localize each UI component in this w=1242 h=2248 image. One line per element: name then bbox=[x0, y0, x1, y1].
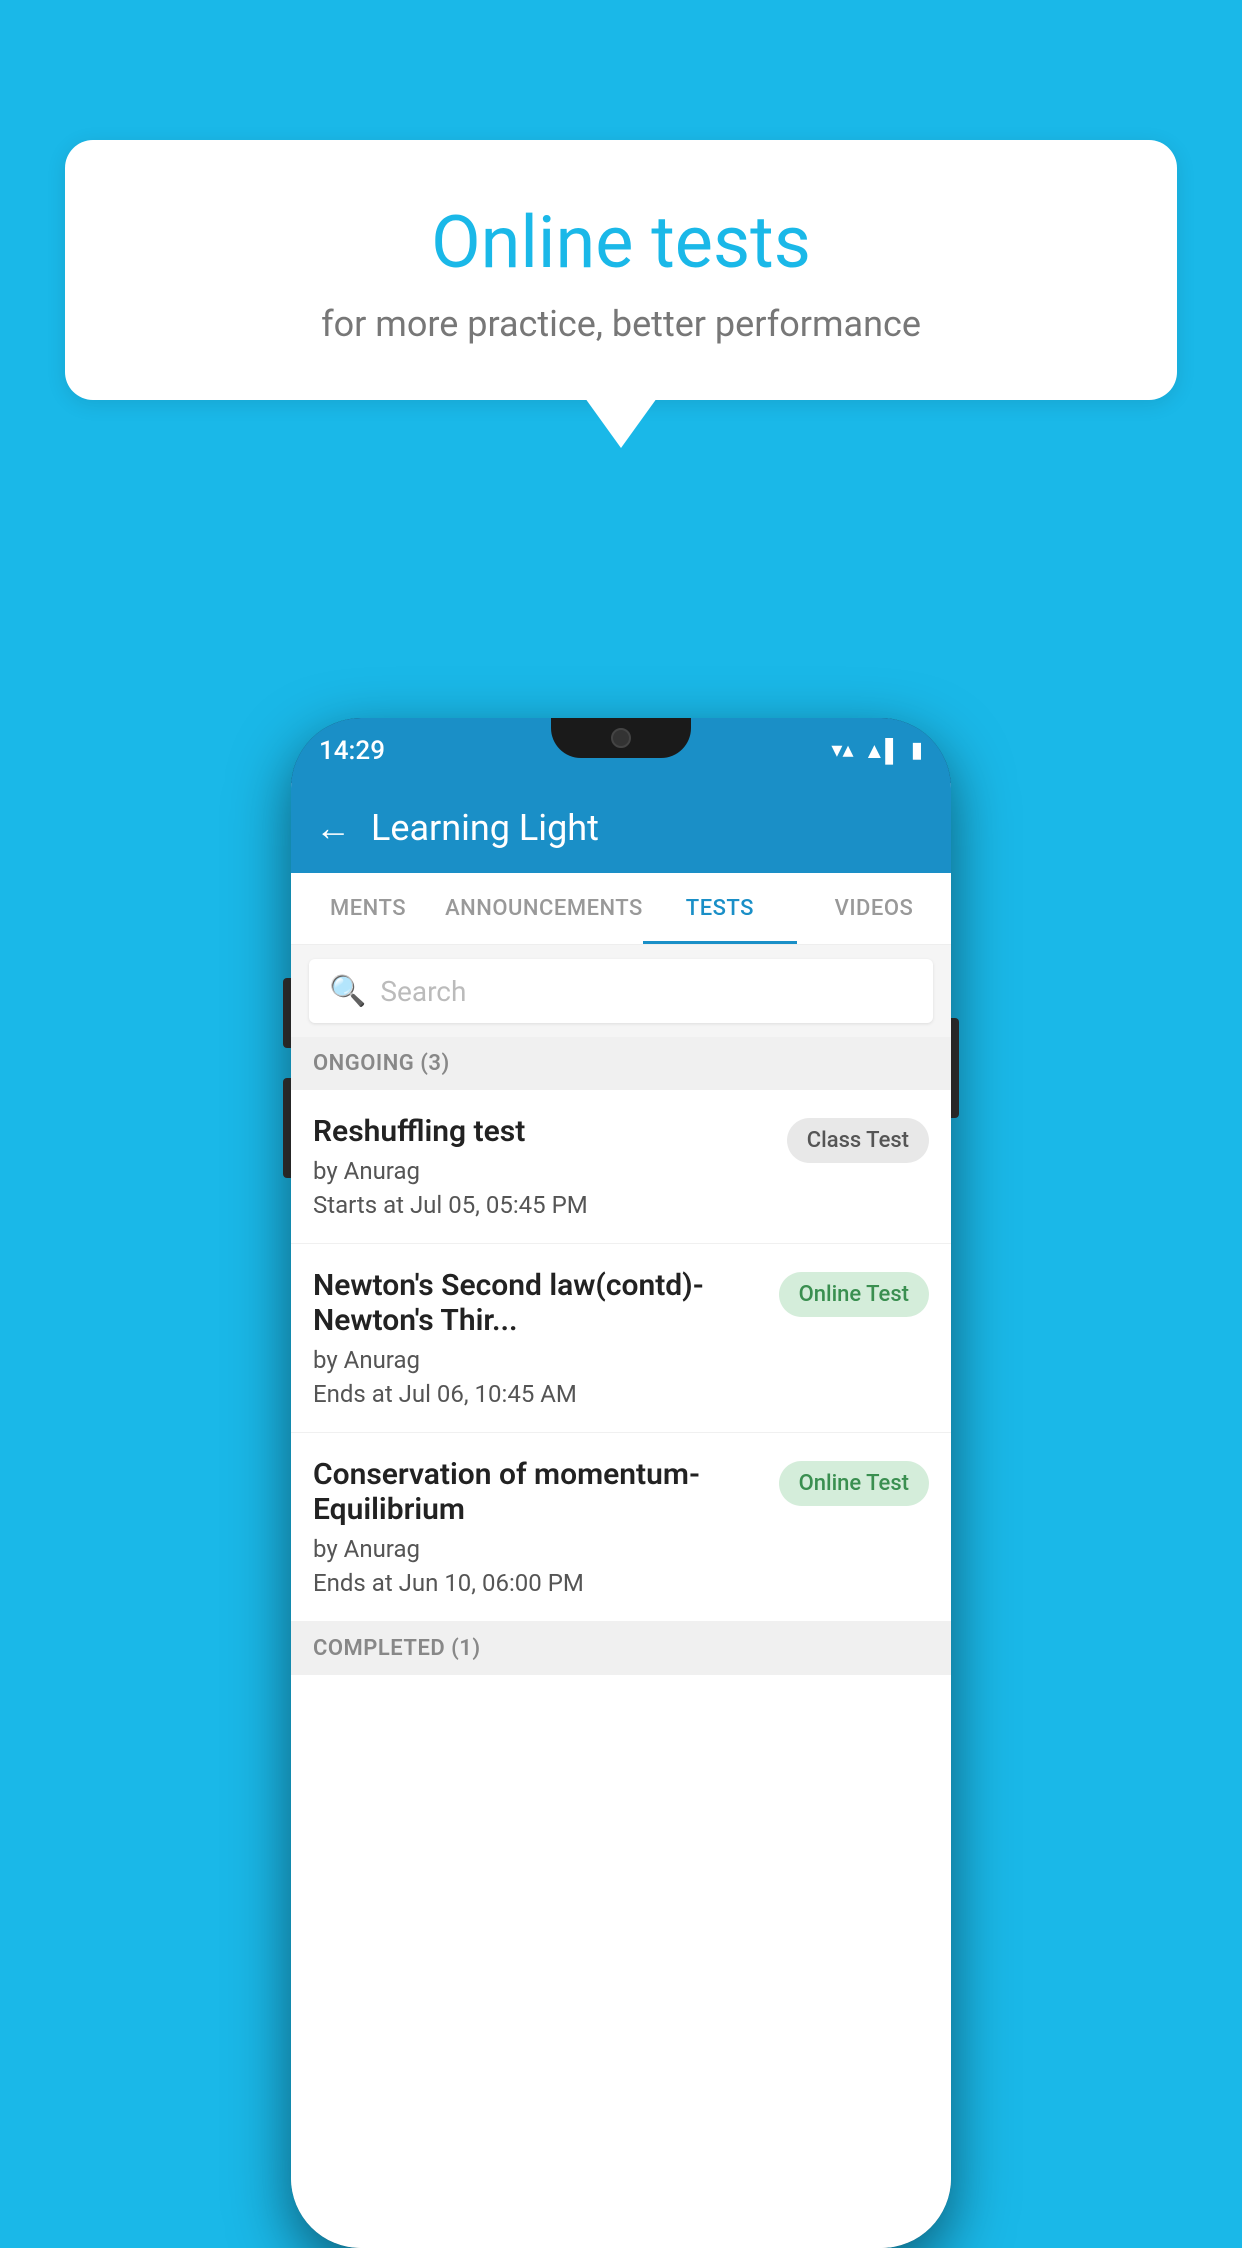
tabs-bar: MENTS ANNOUNCEMENTS TESTS VIDEOS bbox=[291, 873, 951, 945]
test-name: Conservation of momentum-Equilibrium bbox=[313, 1457, 763, 1527]
test-item[interactable]: Reshuffling test by Anurag Starts at Jul… bbox=[291, 1090, 951, 1244]
volume-up-button bbox=[283, 978, 291, 1048]
test-time: Ends at Jun 10, 06:00 PM bbox=[313, 1569, 763, 1597]
phone-frame: 14:29 ▾▴ ▲▌ ▮ ← Learning Light MENTS bbox=[291, 698, 951, 2228]
test-name: Reshuffling test bbox=[313, 1114, 771, 1149]
test-badge-online: Online Test bbox=[779, 1461, 929, 1506]
back-button[interactable]: ← bbox=[315, 807, 351, 849]
phone-device: 14:29 ▾▴ ▲▌ ▮ ← Learning Light MENTS bbox=[291, 718, 951, 2248]
tab-videos[interactable]: VIDEOS bbox=[797, 873, 951, 944]
completed-section-header: COMPLETED (1) bbox=[291, 1622, 951, 1675]
tab-ments[interactable]: MENTS bbox=[291, 873, 445, 944]
phone-screen: ← Learning Light MENTS ANNOUNCEMENTS TES… bbox=[291, 783, 951, 2248]
test-badge-class: Class Test bbox=[787, 1118, 929, 1163]
test-badge-online: Online Test bbox=[779, 1272, 929, 1317]
status-icons: ▾▴ ▲▌ ▮ bbox=[831, 738, 923, 764]
tab-tests[interactable]: TESTS bbox=[643, 873, 797, 944]
power-button bbox=[951, 1018, 959, 1118]
status-time: 14:29 bbox=[319, 736, 385, 766]
test-info: Conservation of momentum-Equilibrium by … bbox=[313, 1457, 779, 1597]
test-item[interactable]: Newton's Second law(contd)-Newton's Thir… bbox=[291, 1244, 951, 1433]
front-camera bbox=[611, 728, 631, 748]
search-bar[interactable]: 🔍 Search bbox=[309, 959, 933, 1023]
promo-section: Online tests for more practice, better p… bbox=[65, 140, 1177, 400]
test-by: by Anurag bbox=[313, 1535, 763, 1563]
test-name: Newton's Second law(contd)-Newton's Thir… bbox=[313, 1268, 763, 1338]
notch bbox=[551, 718, 691, 758]
volume-down-button bbox=[283, 1078, 291, 1178]
bubble-title: Online tests bbox=[115, 200, 1127, 285]
search-placeholder: Search bbox=[380, 975, 466, 1008]
test-time: Starts at Jul 05, 05:45 PM bbox=[313, 1191, 771, 1219]
bubble-subtitle: for more practice, better performance bbox=[115, 303, 1127, 345]
test-item[interactable]: Conservation of momentum-Equilibrium by … bbox=[291, 1433, 951, 1622]
test-time: Ends at Jul 06, 10:45 AM bbox=[313, 1380, 763, 1408]
tab-announcements[interactable]: ANNOUNCEMENTS bbox=[445, 873, 643, 944]
status-bar: 14:29 ▾▴ ▲▌ ▮ bbox=[291, 718, 951, 783]
ongoing-section-header: ONGOING (3) bbox=[291, 1037, 951, 1090]
wifi-icon: ▾▴ bbox=[831, 738, 853, 763]
test-by: by Anurag bbox=[313, 1346, 763, 1374]
test-info: Newton's Second law(contd)-Newton's Thir… bbox=[313, 1268, 779, 1408]
search-container: 🔍 Search bbox=[291, 945, 951, 1037]
signal-icon: ▲▌ bbox=[864, 738, 901, 764]
search-icon: 🔍 bbox=[329, 974, 366, 1009]
app-bar: ← Learning Light bbox=[291, 783, 951, 873]
test-list: Reshuffling test by Anurag Starts at Jul… bbox=[291, 1090, 951, 2248]
test-by: by Anurag bbox=[313, 1157, 771, 1185]
battery-icon: ▮ bbox=[911, 738, 923, 763]
test-info: Reshuffling test by Anurag Starts at Jul… bbox=[313, 1114, 787, 1219]
speech-bubble: Online tests for more practice, better p… bbox=[65, 140, 1177, 400]
app-title: Learning Light bbox=[371, 807, 599, 849]
